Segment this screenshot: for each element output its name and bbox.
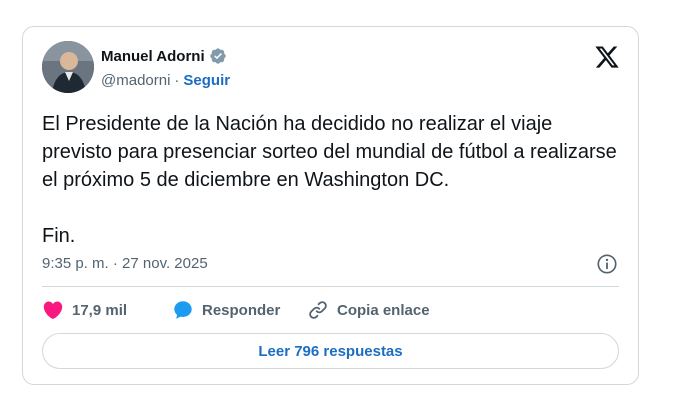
post-body: El Presidente de la Nación ha decidido n…	[42, 113, 617, 191]
action-bar: 17,9 mil Responder Copia enlace	[42, 297, 430, 323]
divider	[42, 286, 619, 287]
embedded-post-card: Manuel Adorni @madorni · Seguir El Presi…	[22, 26, 639, 385]
post-closing: Fin.	[42, 225, 76, 247]
author-name-row: Manuel Adorni	[101, 47, 227, 65]
reply-bubble-icon	[174, 301, 192, 319]
read-replies-button[interactable]: Leer 796 respuestas	[42, 333, 619, 369]
post-text: El Presidente de la Nación ha decidido n…	[42, 110, 622, 250]
separator-dot: ·	[174, 72, 180, 89]
reply-label: Responder	[202, 301, 281, 319]
verified-badge-icon	[209, 47, 227, 65]
link-icon	[309, 301, 327, 319]
reply-button[interactable]: Responder	[172, 299, 307, 321]
author-name[interactable]: Manuel Adorni	[101, 48, 205, 65]
copy-link-label: Copia enlace	[337, 301, 430, 319]
author-handle-row: @madorni · Seguir	[101, 72, 230, 89]
avatar[interactable]	[42, 41, 94, 93]
x-logo-icon[interactable]	[594, 44, 620, 70]
author-handle[interactable]: @madorni	[101, 72, 170, 89]
heart-icon	[43, 301, 63, 319]
like-count: 17,9 mil	[72, 301, 128, 319]
info-icon[interactable]	[596, 253, 618, 275]
post-timestamp[interactable]: 9:35 p. m. · 27 nov. 2025	[42, 255, 208, 272]
copy-link-button[interactable]: Copia enlace	[307, 299, 430, 321]
like-button[interactable]: 17,9 mil	[42, 299, 172, 321]
follow-button[interactable]: Seguir	[183, 72, 230, 89]
